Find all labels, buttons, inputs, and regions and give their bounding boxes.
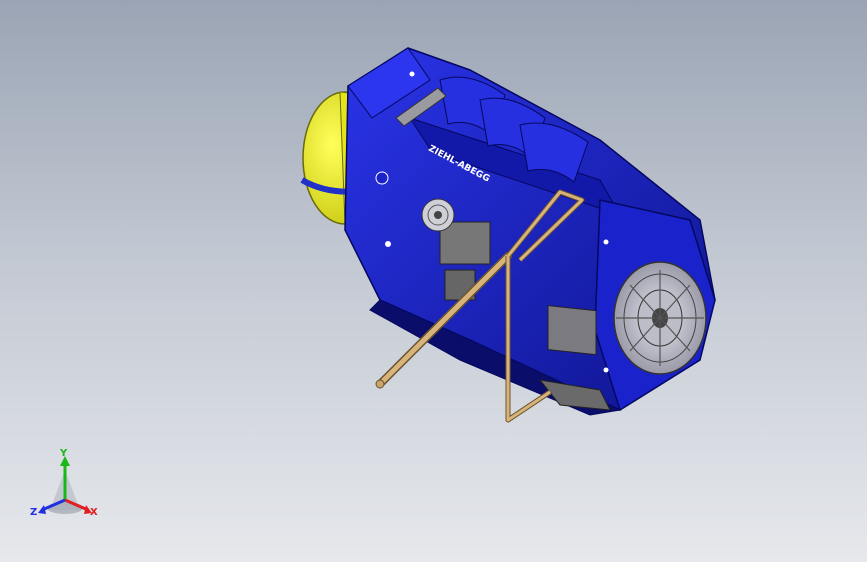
x-axis-label: X [90, 507, 98, 518]
z-axis-label: Z [30, 507, 37, 518]
fan-grille [613, 261, 707, 375]
y-axis-label: Y [59, 448, 68, 459]
side-fan [421, 198, 455, 232]
coordinate-triad [38, 456, 92, 514]
model-canvas[interactable]: ZIEHL-ABEGG Y X Z [0, 0, 867, 562]
cad-viewport[interactable]: ZIEHL-ABEGG Y X Z [0, 0, 867, 562]
